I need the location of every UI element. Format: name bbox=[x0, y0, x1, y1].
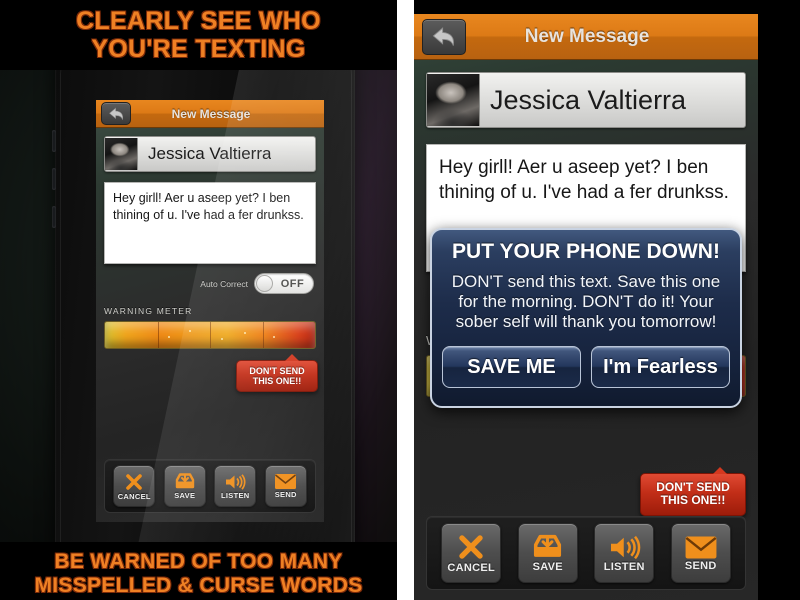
recipient-field[interactable]: Jessica Valtierra bbox=[104, 136, 316, 172]
send-button-label: SEND bbox=[684, 559, 717, 572]
send-button[interactable]: SEND bbox=[264, 465, 307, 507]
recipient-name: Jessica Valtierra bbox=[148, 144, 272, 163]
send-button[interactable]: SEND bbox=[670, 523, 731, 583]
modal-body-line-1: DON'T send this text. Save this one bbox=[451, 272, 721, 291]
close-x-icon bbox=[456, 532, 486, 562]
close-x-icon bbox=[124, 472, 144, 492]
cancel-button[interactable]: CANCEL bbox=[113, 465, 156, 507]
dont-send-tooltip: DON'T SEND THIS ONE!! bbox=[640, 467, 746, 516]
caption-bottom-line-1: BE WARNED OF TOO MANY bbox=[54, 550, 343, 573]
tooltip-line-2: THIS ONE!! bbox=[252, 376, 302, 387]
back-button[interactable] bbox=[422, 18, 466, 55]
save-button-label: SAVE bbox=[532, 561, 563, 573]
listen-button-label: LISTEN bbox=[603, 560, 645, 573]
recipient-name: Jessica Valtierra bbox=[490, 84, 687, 115]
listen-button-label: LISTEN bbox=[221, 490, 250, 500]
navbar-title: New Message bbox=[171, 106, 251, 121]
tooltip-line-1: DON'T SEND bbox=[656, 480, 730, 494]
auto-correct-row: Auto Correct OFF bbox=[96, 264, 324, 294]
warning-meter-bar bbox=[104, 321, 316, 349]
speaker-icon bbox=[608, 534, 641, 561]
tooltip-line-2: THIS ONE!! bbox=[660, 493, 726, 508]
meter-tick bbox=[262, 322, 264, 348]
back-button[interactable] bbox=[101, 102, 131, 125]
message-text: Hey girll! Aer u aseep yet? I ben thinin… bbox=[439, 157, 729, 204]
left-promo-panel: New Message Jessica Valtierra Hey girll!… bbox=[0, 0, 397, 600]
back-arrow-icon bbox=[108, 107, 123, 120]
caption-top: CLEARLY SEE WHO YOU'RE TEXTING bbox=[0, 0, 397, 70]
screenshot-stage: New Message Jessica Valtierra Hey girll!… bbox=[0, 0, 800, 600]
volume-button-down bbox=[52, 168, 56, 190]
envelope-icon bbox=[274, 473, 297, 490]
caption-top-line-1: CLEARLY SEE WHO bbox=[76, 7, 321, 35]
save-inbox-icon bbox=[174, 472, 196, 491]
listen-button[interactable]: LISTEN bbox=[214, 465, 257, 507]
toggle-knob bbox=[256, 275, 273, 292]
listen-button[interactable]: LISTEN bbox=[594, 523, 655, 583]
save-inbox-icon bbox=[531, 533, 564, 561]
auto-correct-label: Auto Correct bbox=[200, 278, 248, 289]
right-screenshot-panel: New Message Jessica Valtierra Hey girll!… bbox=[414, 0, 800, 600]
message-text: Hey girll! Aer u aseep yet? I ben thinin… bbox=[113, 191, 304, 222]
caption-bottom: BE WARNED OF TOO MANY MISSPELLED & CURSE… bbox=[0, 542, 397, 600]
cancel-button[interactable]: CANCEL bbox=[441, 523, 502, 583]
tooltip-line-1: DON'T SEND bbox=[249, 366, 305, 376]
im-fearless-button[interactable]: I'm Fearless bbox=[591, 346, 730, 389]
modal-body-line-3: sober self will thank you tomorrow! bbox=[455, 312, 717, 332]
avatar bbox=[105, 138, 138, 170]
send-button-label: SEND bbox=[274, 490, 297, 499]
warning-modal: PUT YOUR PHONE DOWN! DON'T send this tex… bbox=[430, 228, 742, 408]
save-button-label: SAVE bbox=[174, 491, 196, 500]
modal-title: PUT YOUR PHONE DOWN! bbox=[452, 240, 720, 263]
volume-button-up bbox=[52, 130, 56, 152]
caption-bottom-line-2: MISSPELLED & CURSE WORDS bbox=[34, 573, 363, 597]
modal-body: DON'T send this text. Save this one for … bbox=[442, 272, 730, 332]
meter-sparkle bbox=[168, 336, 170, 339]
ringer-switch bbox=[52, 206, 56, 228]
meter-tick bbox=[210, 322, 211, 348]
auto-correct-toggle[interactable]: OFF bbox=[254, 273, 314, 294]
meter-sparkle bbox=[220, 338, 223, 341]
toolbar: CANCEL SAVE LISTEN SEND bbox=[104, 459, 316, 513]
navbar-title: New Message bbox=[524, 25, 650, 47]
cancel-button-label: CANCEL bbox=[447, 562, 496, 574]
modal-buttons: SAVE ME I'm Fearless bbox=[442, 346, 730, 389]
navbar: New Message bbox=[414, 14, 758, 60]
meter-sparkle bbox=[273, 336, 275, 339]
message-text-area[interactable]: Hey girll! Aer u aseep yet? I ben thinin… bbox=[104, 182, 316, 264]
dont-send-tooltip: DON'T SEND THIS ONE!! bbox=[236, 353, 318, 393]
cancel-button-label: CANCEL bbox=[117, 491, 151, 501]
contact-photo bbox=[105, 138, 137, 170]
navbar: New Message bbox=[96, 100, 324, 128]
phone-screen-zoomed: New Message Jessica Valtierra Hey girll!… bbox=[414, 14, 758, 600]
meter-sparkle bbox=[243, 331, 246, 334]
save-button[interactable]: SAVE bbox=[163, 465, 206, 507]
meter-tick bbox=[157, 322, 159, 348]
envelope-icon bbox=[684, 535, 718, 560]
avatar bbox=[427, 74, 480, 126]
warning-meter-label: WARNING METER bbox=[104, 306, 193, 316]
modal-body-line-2: for the morning. DON'T do it! Your bbox=[458, 292, 714, 312]
back-arrow-icon bbox=[432, 26, 455, 46]
caption-top-line-2: YOU'RE TEXTING bbox=[91, 35, 306, 63]
recipient-field[interactable]: Jessica Valtierra bbox=[426, 72, 746, 128]
speaker-icon bbox=[224, 473, 246, 491]
contact-photo bbox=[427, 74, 479, 126]
meter-sparkle bbox=[189, 329, 191, 332]
toggle-state-label: OFF bbox=[280, 277, 305, 290]
phone-screen: New Message Jessica Valtierra Hey girll!… bbox=[96, 100, 324, 522]
toolbar: CANCEL SAVE LISTEN SEND bbox=[426, 516, 746, 590]
save-me-button[interactable]: SAVE ME bbox=[442, 346, 581, 389]
save-button[interactable]: SAVE bbox=[517, 523, 578, 583]
